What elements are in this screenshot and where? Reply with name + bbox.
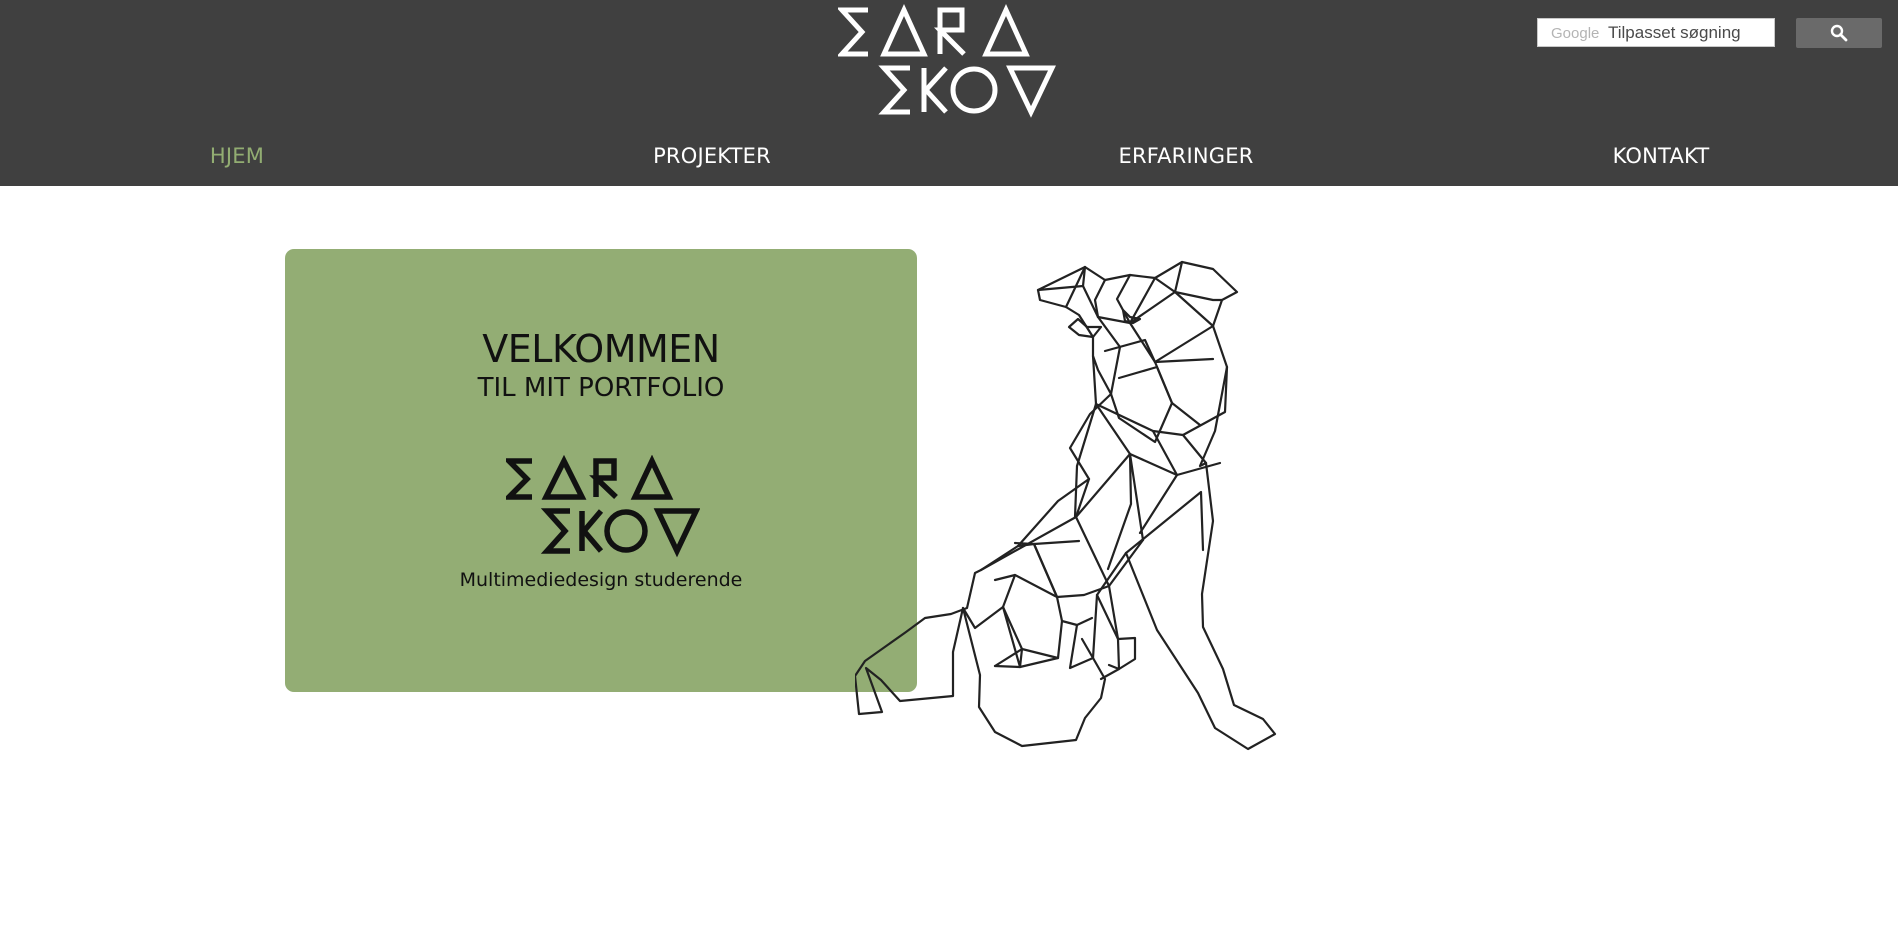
sara-skov-logo-icon [838, 3, 1056, 118]
search-field-wrapper[interactable]: Google [1537, 18, 1775, 47]
geometric-dog-illustration [855, 255, 1485, 915]
sara-skov-logo-icon [506, 455, 700, 558]
search-button[interactable] [1796, 18, 1882, 48]
nav-item-hjem[interactable]: HJEM [117, 142, 357, 170]
search-input[interactable] [1608, 22, 1768, 44]
main-nav: HJEM PROJEKTER ERFARINGER KONTAKT [0, 142, 1898, 182]
nav-item-erfaringer[interactable]: ERFARINGER [1066, 142, 1306, 170]
nav-item-projekter[interactable]: PROJEKTER [592, 142, 832, 170]
site-logo[interactable] [838, 2, 1060, 122]
card-logo [506, 455, 700, 559]
site-header: Google HJEM PROJEKTER ERFARINGER KONTAKT [0, 0, 1898, 186]
nav-item-kontakt[interactable]: KONTAKT [1541, 142, 1781, 170]
search-icon [1830, 24, 1848, 42]
welcome-title: VELKOMMEN [482, 327, 720, 371]
welcome-subtitle: TIL MIT PORTFOLIO [477, 373, 725, 403]
welcome-tagline: Multimediedesign studerende [459, 569, 743, 591]
welcome-card: VELKOMMEN TIL MIT PORTFOLIO Multimediede… [285, 249, 917, 692]
dog-icon [855, 260, 1277, 751]
google-watermark: Google [1551, 25, 1600, 42]
